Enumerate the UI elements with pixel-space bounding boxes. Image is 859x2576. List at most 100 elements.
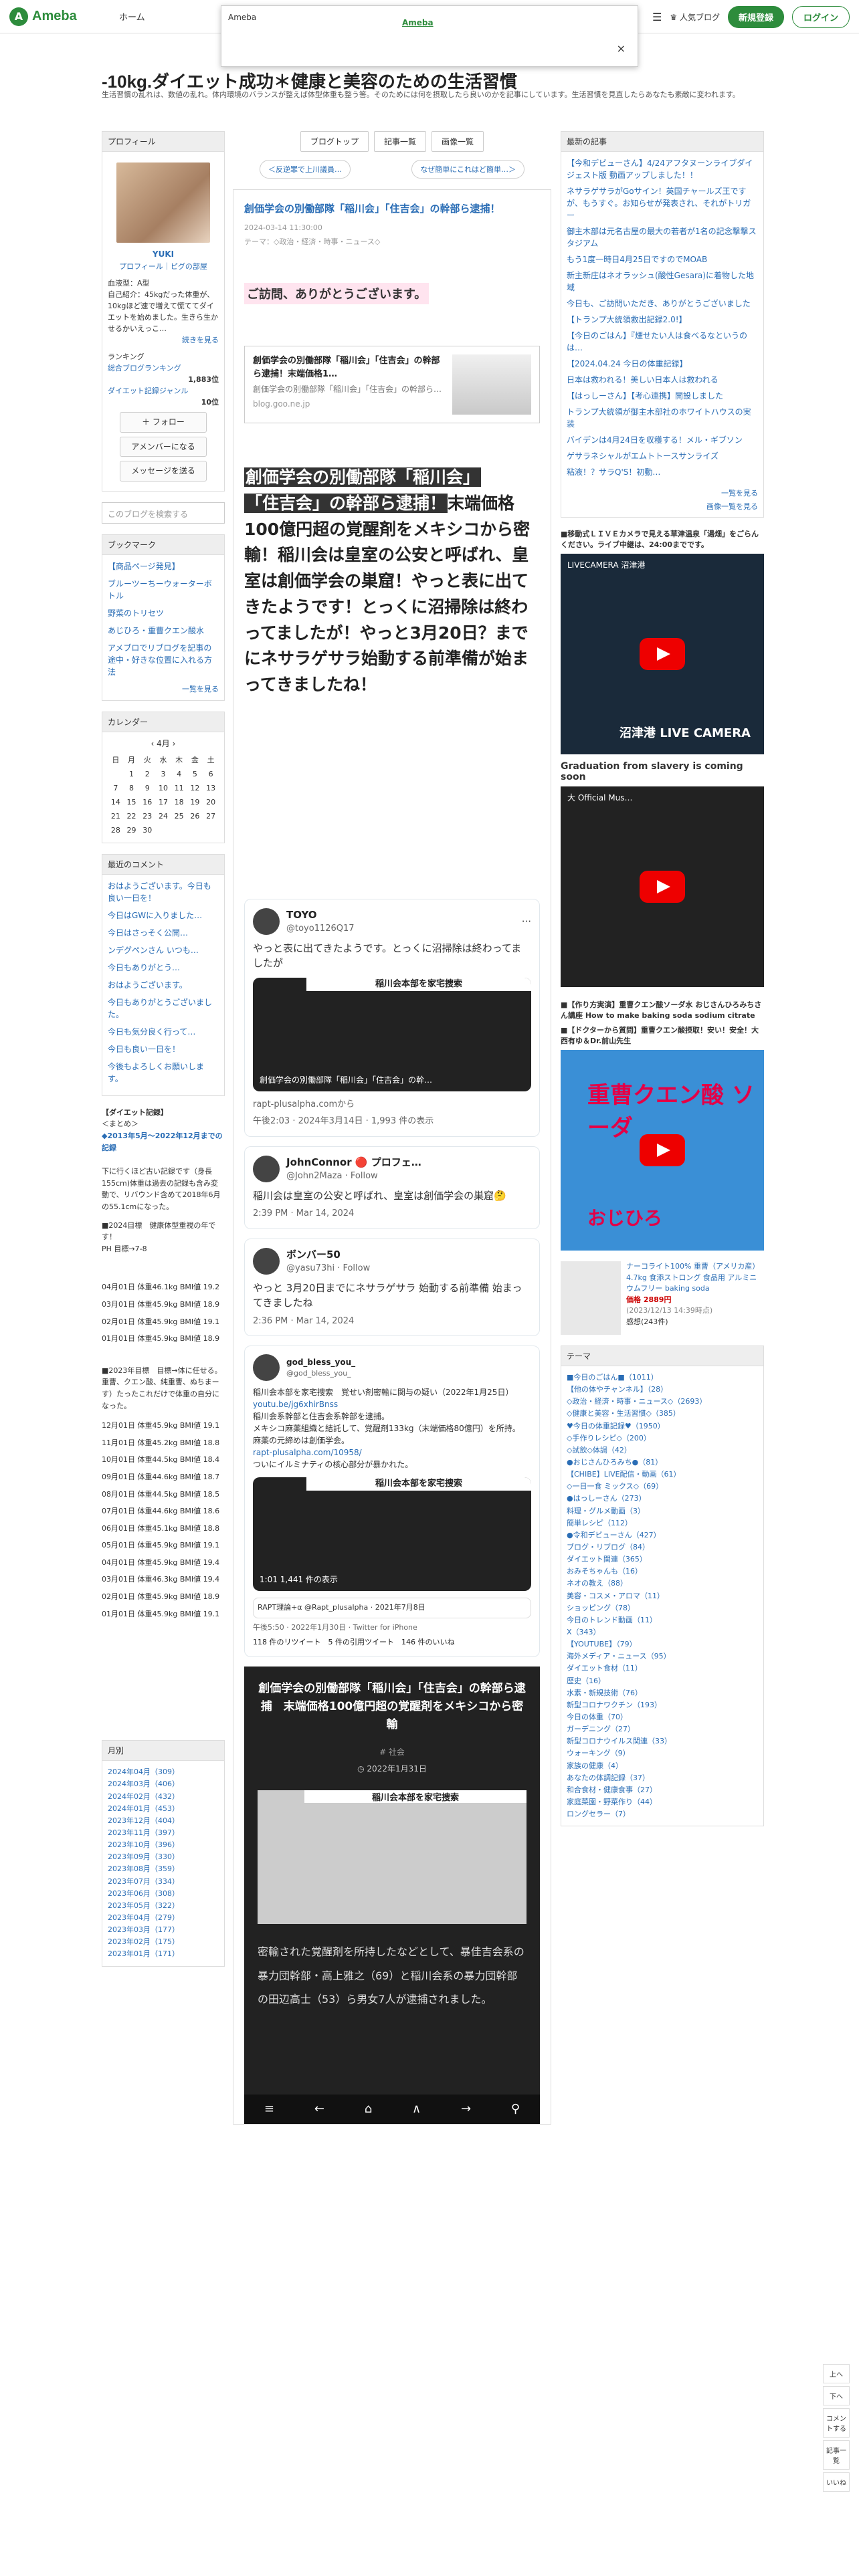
recent-article-link[interactable]: 【今日のごはん】『煙せたい人は食べるなというのは… [567,330,758,354]
theme-link[interactable]: ◇健康と美容・生活習慣◇（385） [567,1408,758,1420]
bookmark-item[interactable]: 【商品ページ発見】 [108,560,219,572]
recent-article-link[interactable]: 【トランプ大統領救出記録2.0!】 [567,314,758,326]
comment-item[interactable]: 今後もよろしくお願いします。 [108,1061,219,1085]
tweet-author-handle[interactable]: @god_bless_you_ [286,1368,355,1380]
message-button[interactable]: メッセージを送る [120,461,207,481]
calendar-day[interactable]: 18 [171,795,187,809]
month-link[interactable]: 2023年11月（397） [108,1827,219,1839]
video-caption-3[interactable]: ■【作り方実演】重曹クエン酸ソーダ水 おじさんひろみちさん講座 How to m… [561,999,764,1021]
tweet-author-handle[interactable]: @John2Maza · Follow [286,1170,421,1183]
next-article-link[interactable]: なぜ簡単にこれはど簡単…＞ [411,160,524,179]
product-name[interactable]: ナーコライト100% 重曹（アメリカ産）4.7kg 食添ストロング 食品用 アル… [626,1261,764,1295]
floating-button[interactable]: いいね [823,2472,850,2492]
youtube-video-3[interactable]: 重曹クエン酸 ソーダ おじひろ [561,1050,764,1251]
theme-link[interactable]: ●令和デビューさん（427） [567,1529,758,1541]
theme-link[interactable]: ◇一日一食 ミックス◇（69） [567,1481,758,1493]
article-theme[interactable]: テーマ：◇政治・経済・時事・ニュース◇ [244,236,540,247]
month-link[interactable]: 2023年02月（175） [108,1936,219,1948]
calendar-day[interactable]: 23 [139,809,155,823]
theme-link[interactable]: 【CHIBE】LIVE配信・動画（61） [567,1469,758,1481]
floating-button[interactable]: 記事一覧 [823,2440,850,2470]
tab-blog-top[interactable]: ブログトップ [300,131,369,152]
theme-link[interactable]: ウォーキング（9） [567,1747,758,1759]
theme-link[interactable]: ◇手作りレシピ◇（200） [567,1432,758,1444]
calendar-day[interactable]: 12 [187,781,203,795]
recent-article-link[interactable]: トランプ大統領が御主木部社のホワイトハウスの実装 [567,406,758,430]
calendar-day[interactable]: 14 [108,795,124,809]
bookmark-item[interactable]: あじひろ・重曹クエン酸水 [108,625,219,637]
recent-article-link[interactable]: もう1度一時日4月25日ですのでMOAB [567,253,758,265]
calendar-day[interactable]: 7 [108,781,124,795]
calendar-day[interactable]: 8 [124,781,140,795]
tweet-source[interactable]: rapt-plusalpha.comから [253,1098,531,1111]
tweet-author-name[interactable]: TOYO [286,907,355,923]
theme-link[interactable]: X（343） [567,1626,758,1638]
tweet-time[interactable]: 午後2:03 · 2024年3月14日 · 1,993 件の表示 [253,1115,531,1128]
theme-link[interactable]: 料理・グルメ動画（3） [567,1505,758,1517]
theme-link[interactable]: 今日のトレンド動画（11） [567,1614,758,1626]
calendar-day[interactable]: 10 [155,781,171,795]
home-icon[interactable]: ⌂ [365,2102,372,2116]
tweet-embed[interactable]: god_bless_you_ @god_bless_you_ 稲川会本部を家宅捜… [244,1346,540,1657]
tweet-embed[interactable]: TOYO @toyo1126Q17 ··· やっと表に出てきたようです。とっくに… [244,898,540,1137]
calendar-day[interactable]: 15 [124,795,140,809]
bookmark-item[interactable]: ブルーツーちーウォーターボトル [108,578,219,602]
tweet-avatar[interactable] [253,1354,280,1382]
youtube-video-1[interactable]: LIVECAMERA 沼津港 沼津港 LIVE CAMERA [561,554,764,754]
product-ad[interactable]: ナーコライト100% 重曹（アメリカ産）4.7kg 食添ストロング 食品用 アル… [561,1261,764,1335]
comment-item[interactable]: 今日も良い一日を！ [108,1043,219,1055]
product-image[interactable] [561,1261,621,1335]
theme-link[interactable]: おみそちゃんも（16） [567,1566,758,1578]
theme-link[interactable]: ブログ・リブログ（84） [567,1541,758,1553]
month-link[interactable]: 2023年01月（171） [108,1948,219,1960]
calendar-day[interactable]: 6 [203,767,219,781]
theme-link[interactable]: 【YOUTUBE】（79） [567,1638,758,1650]
theme-link[interactable]: 新型コロナウイルス関連（33） [567,1735,758,1747]
recent-article-link[interactable]: 御主木部は元名古屋の最大の若者が1名の記念撃撃スタジアム [567,225,758,249]
forward-icon[interactable]: → [461,2102,471,2116]
calendar-day[interactable]: 17 [155,795,171,809]
menu-icon[interactable]: ≡ [264,2102,274,2116]
calendar-day[interactable]: 13 [203,781,219,795]
recent-image-more-link[interactable]: 画像一覧を見る [561,501,763,517]
month-link[interactable]: 2024年02月（432） [108,1791,219,1803]
calendar-day[interactable]: 11 [171,781,187,795]
theme-link[interactable]: ◇試飲◇体調（42） [567,1444,758,1457]
play-icon[interactable] [640,638,685,670]
article-title[interactable]: 創価学会の別働部隊「稲川会」「住吉会」の幹部ら逮捕！ [244,201,540,217]
floating-button[interactable]: コメントする [823,2408,850,2438]
theme-link[interactable]: 今日の体重（70） [567,1711,758,1723]
theme-link[interactable]: 【他の体やチャンネル】（28） [567,1384,758,1396]
tweet-image[interactable]: 稲川会本部を家宅捜索 創価学会の別働部隊「稲川会」「住吉会」の幹… [253,977,531,1091]
nav-home-link[interactable]: ホーム [119,10,145,23]
tweet-avatar[interactable] [253,1155,280,1182]
news-embed[interactable]: 創価学会の別働部隊「稲川会」「住吉会」の幹部ら逮捕 末端価格100億円超の覚醒剤… [244,1666,540,2095]
recent-article-link[interactable]: 粘液！？サラQ'S！初動… [567,466,758,478]
theme-link[interactable]: ■今日のごはん■（1011） [567,1372,758,1384]
theme-link[interactable]: ◇政治・経済・時事・ニュース◇（2693） [567,1396,758,1408]
month-link[interactable]: 2023年09月（330） [108,1851,219,1863]
theme-link[interactable]: 海外メディア・ニュース（95） [567,1650,758,1662]
back-icon[interactable]: ← [314,2102,324,2116]
calendar-day[interactable]: 1 [124,767,140,781]
theme-link[interactable]: ダイエット食材（11） [567,1662,758,1675]
tweet-link-2[interactable]: rapt-plusalpha.com/10958/ [253,1448,362,1457]
theme-link[interactable]: ガーデニング（27） [567,1723,758,1735]
ranking-total-link[interactable]: 総合ブログランキング [108,362,219,374]
follow-button[interactable]: ＋ フォロー [120,412,207,433]
prev-article-link[interactable]: ＜反逆罪で上川議員… [260,160,351,179]
tweet-author-name[interactable]: god_bless_you_ [286,1356,355,1368]
profile-links[interactable]: プロフィール｜ピグの部屋 [108,261,219,272]
tweet-author-handle[interactable]: @yasu73hi · Follow [286,1262,370,1275]
popup-ameba-link[interactable]: Ameba [402,18,434,27]
recent-article-link[interactable]: 【今和デビューさん】4/24アフタヌーンライブダイジェスト版 動画アップしました… [567,157,758,181]
calendar-day[interactable]: 28 [108,823,124,837]
link-card[interactable]: 創価学会の別働部隊「稲川会」「住吉会」の幹部ら逮捕！末端価格1… 創価学会の別働… [244,346,540,423]
month-link[interactable]: 2023年04月（279） [108,1912,219,1924]
comment-item[interactable]: ンデグペンさん いつも… [108,944,219,956]
youtube-video-2[interactable]: ⼤ Official Mus… [561,786,764,987]
prev-month-icon[interactable]: ‹ [151,739,157,748]
tweet-video[interactable]: 稲川会本部を家宅捜索 1:01 1,441 件の表示 [253,1477,531,1592]
tweet-time[interactable]: 2:36 PM · Mar 14, 2024 [253,1315,531,1328]
month-link[interactable]: 2024年01月（453） [108,1803,219,1815]
